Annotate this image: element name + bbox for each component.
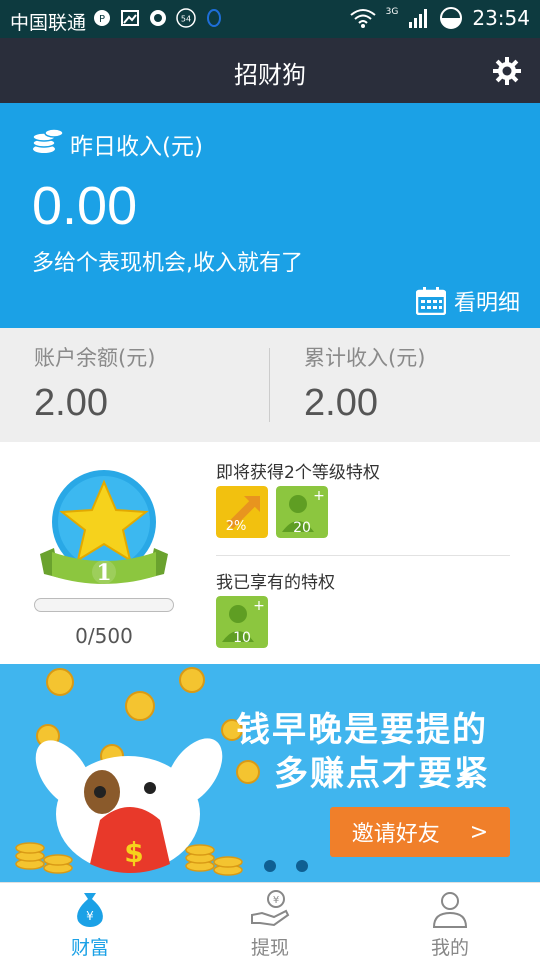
qq-icon [207, 9, 221, 27]
level-progress-bar [34, 598, 174, 612]
account-balance-value: 2.00 [34, 382, 108, 424]
gear-icon[interactable] [492, 56, 522, 86]
notification-icon: P [94, 10, 110, 26]
nav-withdraw-label: 提现 [250, 937, 289, 959]
money-bag-icon: ¥ [77, 893, 103, 927]
yesterday-income-amount: 0.00 [32, 176, 138, 236]
page-dot[interactable] [264, 860, 276, 872]
banner-page-indicator [264, 860, 308, 872]
nav-mine-label: 我的 [430, 937, 469, 959]
hand-yen-icon: ¥ [251, 890, 290, 927]
carrier-name: 中国联通 [10, 12, 87, 34]
battery-icon [440, 7, 463, 29]
invite-friends-label: 邀请好友 [351, 822, 440, 847]
perk-10-text: 10 [233, 630, 251, 646]
invite-friends-button[interactable]: 邀请好友 > [330, 807, 510, 857]
percent-arrow-icon[interactable]: 2% [216, 486, 268, 538]
level-progress-text: 0/500 [75, 624, 133, 648]
svg-text:$: $ [124, 836, 143, 869]
owned-perks-title: 我已享有的特权 [216, 573, 335, 593]
badge-number: 54 [181, 15, 191, 24]
badge-icon: 54 [176, 8, 196, 28]
invite-banner[interactable]: $ 钱早晚是要提的 多赚点才要紧 邀请好友 > [0, 664, 540, 882]
person-icon [432, 892, 468, 928]
banner-slogan-line1: 钱早晚是要提的 [236, 710, 488, 750]
perk-divider [216, 555, 510, 556]
svg-text:P: P [99, 14, 105, 25]
image-icon [121, 10, 139, 26]
clock: 23:54 [472, 6, 530, 30]
page-title: 招财狗 [234, 61, 306, 89]
svg-text:+: + [313, 488, 325, 504]
status-notification-icons: P 54 [92, 8, 224, 28]
user-plus-icon[interactable]: + 20 [276, 486, 328, 538]
total-income: 累计收入(元) 2.00 [304, 342, 425, 425]
nav-wealth[interactable]: ¥ 财富 [0, 883, 180, 960]
perk-percent-text: 2% [226, 519, 247, 534]
svg-text:¥: ¥ [86, 909, 94, 923]
wifi-icon [350, 9, 376, 28]
divider [269, 348, 270, 422]
yesterday-income-panel: 昨日收入(元) 0.00 多给个表现机会,收入就有了 看明细 [0, 103, 540, 328]
nav-withdraw[interactable]: ¥ 提现 [180, 883, 360, 960]
balance-summary: 账户余额(元) 2.00 累计收入(元) 2.00 [0, 328, 540, 442]
yesterday-income-label: 昨日收入(元) [70, 134, 203, 160]
calendar-icon [415, 287, 446, 315]
dog-mascot-illustration: $ [15, 667, 260, 876]
svg-text:+: + [253, 598, 265, 614]
chevron-right-icon: > [469, 819, 489, 845]
status-bar: 中国联通 P 54 3G 23:54 [0, 0, 540, 38]
perk-20-text: 20 [293, 520, 311, 536]
title-bar: 招财狗 [0, 38, 540, 103]
account-balance-label: 账户余额(元) [34, 346, 156, 370]
banner-slogan-line2: 多赚点才要紧 [274, 754, 490, 794]
svg-text:¥: ¥ [273, 895, 279, 906]
total-income-value: 2.00 [304, 382, 378, 424]
network-type: 3G [385, 7, 399, 17]
nav-mine[interactable]: 我的 [360, 883, 540, 960]
level-rank: 1 [96, 560, 111, 586]
page-dot[interactable] [296, 860, 308, 872]
view-details-button[interactable]: 看明细 [415, 285, 520, 317]
status-right-group: 3G 23:54 [350, 6, 530, 30]
level-section: 1 0/500 即将获得2个等级特权 2% + 20 我已享有的特权 + 10 [0, 442, 540, 664]
bottom-navigation: ¥ 财富 ¥ 提现 我的 [0, 882, 540, 960]
signal-icon [409, 9, 428, 28]
coins-icon [32, 128, 64, 153]
total-income-label: 累计收入(元) [304, 346, 426, 370]
upcoming-perks-title: 即将获得2个等级特权 [216, 463, 380, 483]
browser-icon [150, 10, 166, 26]
account-balance: 账户余额(元) 2.00 [34, 342, 155, 425]
level-star-badge-icon[interactable]: 1 [38, 468, 170, 598]
user-plus-icon[interactable]: + 10 [216, 596, 268, 648]
income-hint: 多给个表现机会,收入就有了 [32, 251, 303, 276]
nav-wealth-label: 财富 [70, 937, 109, 959]
view-details-label: 看明细 [453, 291, 520, 316]
